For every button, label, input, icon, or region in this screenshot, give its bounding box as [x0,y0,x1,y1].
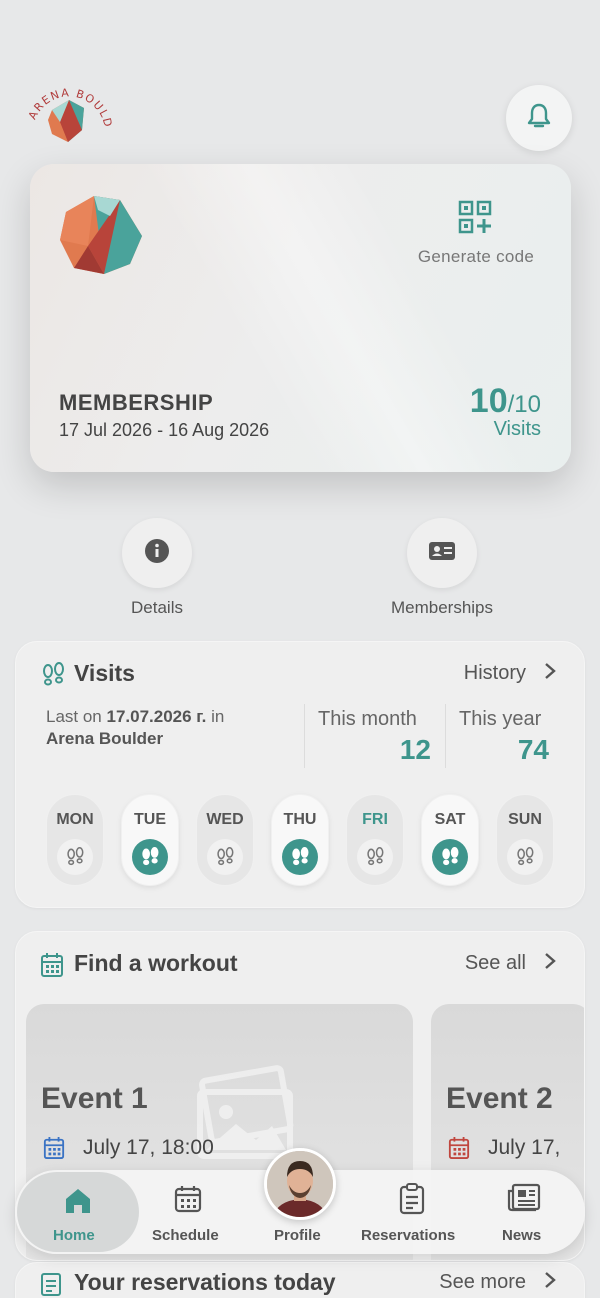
membership-dates: 17 Jul 2026 - 16 Aug 2026 [59,420,270,440]
visits-used: 10 [469,382,508,420]
newspaper-icon [507,1183,541,1218]
visits-count: 10/10 [470,382,541,421]
nav-home[interactable]: Home [17,1172,139,1252]
visits-total: /10 [507,391,541,418]
calendar-icon [43,1136,65,1165]
footsteps-icon [507,839,543,875]
day-sat: SAT [421,794,479,886]
day-name: TUE [134,811,166,828]
nav-news[interactable]: News [491,1170,557,1254]
last-on-prefix: Last on [46,707,107,726]
footsteps-icon [132,839,168,875]
this-year-label: This year [459,708,542,730]
info-icon [144,538,170,569]
day-tue: TUE [121,794,179,886]
day-fri: FRI [346,794,404,886]
memberships-label: Memberships [390,598,494,617]
nav-home-label: Home [53,1227,95,1244]
nav-schedule[interactable]: Schedule [143,1170,233,1254]
stats-divider-1 [304,704,305,768]
last-on-mid: in [206,707,225,726]
membership-title: MEMBERSHIP [59,390,214,415]
details-label: Details [131,598,183,617]
nav-reservations-label: Reservations [361,1227,456,1244]
day-name: FRI [362,811,388,828]
day-name: SUN [508,811,542,828]
qr-code-icon [458,200,494,240]
calendar-icon [173,1184,203,1219]
day-sun: SUN [496,794,554,886]
reservations-title: Your reservations today [74,1269,336,1295]
day-name: MON [56,811,94,828]
membership-card[interactable]: Generate code MEMBERSHIP 17 Jul 2026 - 1… [30,164,571,472]
footsteps-icon [207,839,243,875]
id-card-icon [428,540,456,567]
history-link[interactable]: History [464,660,556,686]
notifications-button[interactable] [506,85,572,151]
event-title: Event 2 [446,1082,553,1115]
calendar-icon [40,952,64,983]
generate-code-label: Generate code [417,247,535,266]
footsteps-icon [40,662,66,693]
see-more-link[interactable]: See more [439,1269,556,1295]
visits-label: Visits [493,418,541,440]
calendar-icon [448,1136,470,1165]
arena-logo-mark [58,192,146,278]
arena-boulder-logo: ARENA BOULDER [21,72,113,148]
footsteps-icon [57,839,93,875]
reservations-panel: Your reservations today See more [15,1262,585,1298]
day-wed: WED [196,794,254,886]
event-date: July 17, [488,1136,561,1159]
last-on-place: Arena Boulder [46,729,164,748]
event-title: Event 1 [41,1082,148,1115]
day-mon: MON [46,794,104,886]
day-name: THU [283,811,317,828]
bell-icon [526,102,552,135]
details-button[interactable] [122,518,192,588]
chevron-right-icon [544,660,556,686]
footsteps-icon [357,839,393,875]
stats-divider-2 [445,704,446,768]
visits-panel: Visits History Last on 17.07.2026 г. in … [15,641,585,908]
day-name: WED [206,811,244,828]
event-date: July 17, 18:00 [83,1136,214,1159]
nav-profile-label: Profile [274,1227,321,1244]
history-label: History [463,661,526,684]
workout-title: Find a workout [74,950,238,976]
nav-schedule-label: Schedule [152,1227,219,1244]
clipboard-icon [397,1183,427,1220]
footsteps-icon [432,839,468,875]
footsteps-icon [282,839,318,875]
see-more-label: See more [439,1270,526,1293]
day-thu: THU [271,794,329,886]
this-month-label: This month [318,708,417,730]
avatar[interactable] [264,1148,336,1220]
generate-code-button[interactable]: Generate code [411,200,541,267]
home-icon [63,1186,93,1221]
last-on-date: 17.07.2026 г. [106,707,207,726]
visits-title: Visits [74,660,135,686]
this-month-value: 12 [399,734,431,765]
last-visit-info: Last on 17.07.2026 г. in Arena Boulder [46,706,224,750]
chevron-right-icon [544,1269,556,1295]
nav-news-label: News [502,1227,542,1244]
nav-reservations[interactable]: Reservations [359,1170,465,1254]
see-all-label: See all [464,951,526,974]
day-name: SAT [434,811,466,828]
chevron-right-icon [544,950,556,976]
memberships-button[interactable] [407,518,477,588]
this-year-value: 74 [517,734,549,765]
see-all-link[interactable]: See all [465,950,556,976]
clipboard-icon [40,1271,62,1298]
